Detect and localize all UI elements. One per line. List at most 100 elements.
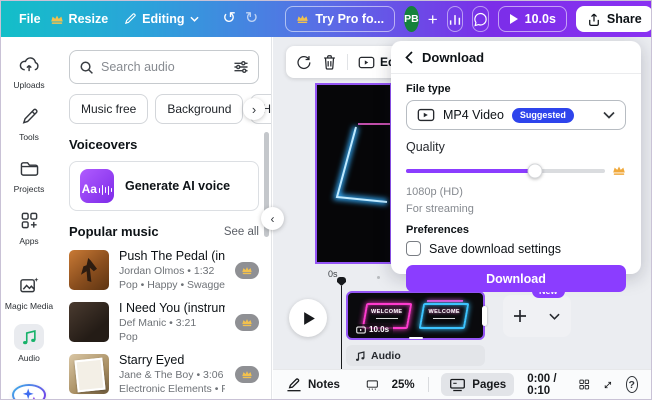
crown-icon [613, 166, 625, 175]
quality-slider-thumb[interactable] [527, 163, 543, 178]
bar-chart-icon [449, 14, 460, 25]
track-row[interactable]: I Need You (instrumental) Def Manic • 3:… [69, 301, 259, 343]
help-button[interactable]: ? [625, 376, 639, 393]
download-button[interactable]: Download [406, 265, 626, 292]
statusbar-divider [427, 377, 429, 392]
back-icon[interactable] [405, 50, 413, 64]
neon-frame-artwork [333, 122, 390, 205]
ai-voice-icon: Aa [80, 169, 114, 203]
toolbar-divider [347, 54, 348, 70]
generate-ai-voice-card[interactable]: Aa Generate AI voice [69, 161, 259, 211]
timeline-ruler-tick [377, 276, 380, 279]
file-type-dropdown[interactable]: MP4 Video Suggested [406, 100, 626, 130]
popular-music-heading: Popular music [69, 224, 159, 239]
pro-badge [235, 365, 259, 383]
redo-button[interactable]: ↻ [245, 11, 258, 27]
account-avatar[interactable]: PB [404, 6, 419, 32]
file-menu[interactable]: File [19, 12, 41, 26]
music-note-icon [355, 350, 365, 361]
file-type-value: MP4 Video [443, 108, 504, 122]
playhead-line [340, 286, 342, 370]
clip-trim-handle[interactable] [482, 305, 487, 326]
video-canvas-page[interactable] [315, 83, 392, 264]
sidebar-item-tools[interactable]: Tools [14, 103, 44, 142]
plus-icon [514, 310, 526, 322]
preferences-label: Preferences [406, 224, 469, 236]
collapse-panel-button[interactable]: ‹ [261, 207, 284, 230]
suggested-badge: Suggested [511, 107, 574, 123]
present-duration-button[interactable]: 10.0s [497, 6, 567, 32]
quality-slider[interactable] [406, 163, 605, 178]
add-page-options-button[interactable] [537, 295, 571, 337]
duration-display-icon[interactable] [366, 378, 379, 392]
replace-loop-icon[interactable] [295, 54, 312, 70]
track-artwork [69, 302, 109, 342]
share-upload-icon [589, 13, 599, 26]
popular-music-see-all[interactable]: See all [224, 226, 259, 238]
add-page-group [503, 295, 571, 337]
playhead-handle[interactable] [337, 277, 346, 286]
download-panel-title: Download [422, 49, 485, 65]
upload-cloud-icon [19, 56, 39, 71]
fullscreen-icon[interactable] [603, 378, 613, 392]
timeline-playhead[interactable] [337, 277, 346, 370]
video-clip-icon [356, 326, 366, 333]
pages-icon [450, 378, 466, 391]
chips-scroll-right-button[interactable]: › [243, 98, 265, 120]
comments-button[interactable] [471, 6, 489, 32]
pro-badge [235, 261, 259, 279]
search-bar[interactable] [69, 50, 259, 84]
chip-music-free[interactable]: Music free [69, 94, 149, 124]
crown-icon [242, 318, 252, 326]
notes-button[interactable]: Notes [286, 377, 340, 392]
trash-icon[interactable] [322, 54, 337, 70]
chip-background[interactable]: Background [155, 94, 244, 124]
waveform-icon [98, 185, 113, 195]
pro-badge [235, 313, 259, 331]
sidebar-item-apps[interactable]: Apps [14, 207, 44, 246]
search-icon [80, 61, 93, 74]
quality-label: Quality [406, 140, 445, 154]
audio-track[interactable]: Audio [346, 345, 485, 366]
canva-editor-window: File Resize Editing ↺ ↻ Try Pro fo... PB… [0, 0, 652, 400]
sidebar-item-audio[interactable]: Audio [14, 324, 44, 363]
sidebar-item-uploads[interactable]: Uploads [13, 51, 45, 90]
clip-thumbnail-frame: WELCOME [418, 299, 470, 329]
crown-icon [242, 266, 252, 274]
crown-icon [50, 14, 63, 24]
add-member-icon[interactable]: + [428, 11, 438, 28]
zoom-level[interactable]: 25% [392, 379, 415, 391]
try-pro-button[interactable]: Try Pro fo... [285, 6, 396, 32]
magic-media-icon [20, 277, 39, 293]
editing-mode-dropdown[interactable]: Editing [123, 12, 199, 26]
save-settings-checkbox[interactable] [406, 241, 421, 256]
filter-sliders-icon[interactable] [233, 60, 249, 74]
magic-assistant-button[interactable] [12, 384, 46, 399]
status-bar: Notes 25% Pages 0:00 / 0:10 ? [273, 369, 651, 399]
track-artwork [69, 354, 109, 394]
top-toolbar: File Resize Editing ↺ ↻ Try Pro fo... PB… [1, 1, 651, 37]
download-panel: Download File type MP4 Video Suggested Q… [391, 41, 641, 292]
object-panel-rail: Uploads Tools Projects Apps Magic Media … [1, 37, 57, 399]
save-settings-row[interactable]: Save download settings [406, 241, 626, 256]
clip-bottom-handle[interactable] [408, 336, 423, 339]
track-row[interactable]: Push The Pedal (inst) Jordan Olmos • 1:3… [69, 249, 259, 291]
sidebar-item-projects[interactable]: Projects [14, 155, 44, 194]
undo-button[interactable]: ↺ [223, 11, 236, 27]
track-row[interactable]: Starry Eyed Jane & The Boy • 3:06 Electr… [69, 353, 259, 395]
sidebar-item-magic-media[interactable]: Magic Media [5, 272, 53, 311]
add-page-button[interactable] [503, 295, 537, 337]
audio-filter-chips: Music free Background Happy birth › [69, 94, 271, 124]
resize-menu[interactable]: Resize [50, 12, 108, 26]
grid-view-icon[interactable] [579, 377, 590, 392]
crown-icon [242, 370, 252, 378]
comment-bubble-icon [473, 12, 487, 26]
timeline-video-clip[interactable]: WELCOME WELCOME 10.0s [346, 291, 487, 340]
music-note-icon [23, 330, 36, 345]
pages-view-button[interactable]: Pages [441, 373, 515, 396]
insights-button[interactable] [446, 6, 463, 32]
search-input[interactable] [101, 60, 226, 74]
chevron-down-icon [603, 111, 615, 119]
share-button[interactable]: Share [575, 6, 651, 32]
timeline-play-button[interactable] [289, 299, 327, 337]
